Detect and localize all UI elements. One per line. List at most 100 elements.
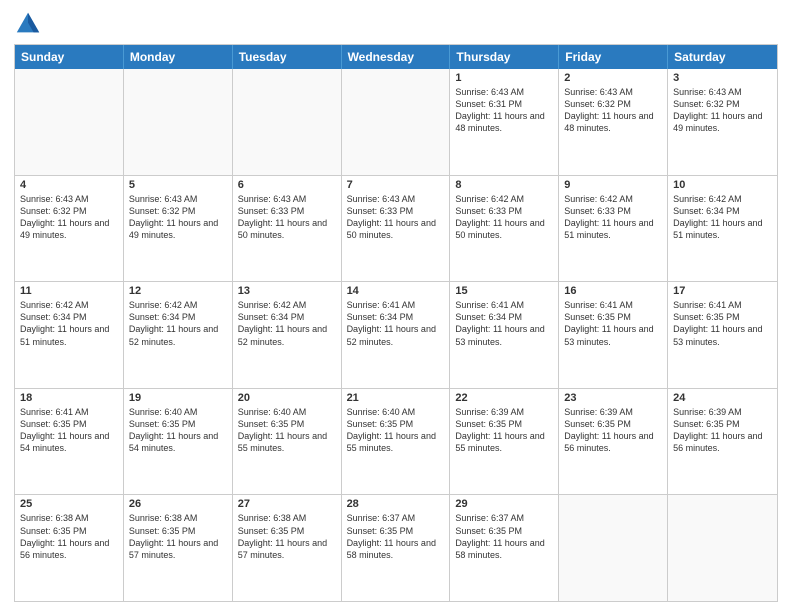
header-day-saturday: Saturday [668,45,777,69]
day-info: Sunrise: 6:39 AM Sunset: 6:35 PM Dayligh… [673,406,772,455]
day-info: Sunrise: 6:37 AM Sunset: 6:35 PM Dayligh… [455,512,553,561]
day-number: 21 [347,392,445,404]
day-info: Sunrise: 6:41 AM Sunset: 6:34 PM Dayligh… [347,299,445,348]
calendar-cell: 10 Sunrise: 6:42 AM Sunset: 6:34 PM Dayli… [668,176,777,282]
day-info: Sunrise: 6:39 AM Sunset: 6:35 PM Dayligh… [455,406,553,455]
day-info: Sunrise: 6:43 AM Sunset: 6:32 PM Dayligh… [20,193,118,242]
day-number: 26 [129,498,227,510]
calendar-cell [559,495,668,601]
day-number: 14 [347,285,445,297]
calendar-cell: 29 Sunrise: 6:37 AM Sunset: 6:35 PM Dayli… [450,495,559,601]
day-info: Sunrise: 6:43 AM Sunset: 6:33 PM Dayligh… [238,193,336,242]
logo [14,10,46,38]
header-day-monday: Monday [124,45,233,69]
header-day-sunday: Sunday [15,45,124,69]
day-number: 8 [455,179,553,191]
header-day-thursday: Thursday [450,45,559,69]
calendar-cell: 7Sunrise: 6:43 AM Sunset: 6:33 PM Daylig… [342,176,451,282]
calendar-cell: 25 Sunrise: 6:38 AM Sunset: 6:35 PM Dayli… [15,495,124,601]
page: SundayMondayTuesdayWednesdayThursdayFrid… [0,0,792,612]
calendar-cell: 19 Sunrise: 6:40 AM Sunset: 6:35 PM Dayli… [124,389,233,495]
day-number: 6 [238,179,336,191]
calendar-cell: 16 Sunrise: 6:41 AM Sunset: 6:35 PM Dayli… [559,282,668,388]
calendar-body: 1 Sunrise: 6:43 AM Sunset: 6:31 PM Daylig… [15,69,777,601]
day-info: Sunrise: 6:38 AM Sunset: 6:35 PM Dayligh… [238,512,336,561]
calendar-week-5: 25 Sunrise: 6:38 AM Sunset: 6:35 PM Dayli… [15,495,777,601]
day-number: 15 [455,285,553,297]
day-number: 1 [455,72,553,84]
calendar-cell: 21 Sunrise: 6:40 AM Sunset: 6:35 PM Dayli… [342,389,451,495]
day-info: Sunrise: 6:42 AM Sunset: 6:33 PM Dayligh… [564,193,662,242]
day-number: 11 [20,285,118,297]
calendar-cell [233,69,342,175]
calendar-cell: 27Sunrise: 6:38 AM Sunset: 6:35 PM Dayli… [233,495,342,601]
day-number: 22 [455,392,553,404]
day-info: Sunrise: 6:38 AM Sunset: 6:35 PM Dayligh… [20,512,118,561]
day-info: Sunrise: 6:42 AM Sunset: 6:34 PM Dayligh… [238,299,336,348]
day-info: Sunrise: 6:38 AM Sunset: 6:35 PM Dayligh… [129,512,227,561]
day-info: Sunrise: 6:42 AM Sunset: 6:34 PM Dayligh… [673,193,772,242]
calendar-cell: 9 Sunrise: 6:42 AM Sunset: 6:33 PM Daylig… [559,176,668,282]
calendar-cell: 17Sunrise: 6:41 AM Sunset: 6:35 PM Dayli… [668,282,777,388]
calendar-cell: 6 Sunrise: 6:43 AM Sunset: 6:33 PM Daylig… [233,176,342,282]
calendar-cell: 1 Sunrise: 6:43 AM Sunset: 6:31 PM Daylig… [450,69,559,175]
calendar-cell: 23 Sunrise: 6:39 AM Sunset: 6:35 PM Dayli… [559,389,668,495]
day-info: Sunrise: 6:39 AM Sunset: 6:35 PM Dayligh… [564,406,662,455]
header [14,10,778,38]
day-number: 13 [238,285,336,297]
day-info: Sunrise: 6:43 AM Sunset: 6:32 PM Dayligh… [673,86,772,135]
header-day-tuesday: Tuesday [233,45,342,69]
day-number: 25 [20,498,118,510]
calendar-cell [668,495,777,601]
calendar-cell: 24 Sunrise: 6:39 AM Sunset: 6:35 PM Dayli… [668,389,777,495]
day-number: 19 [129,392,227,404]
calendar-week-3: 11 Sunrise: 6:42 AM Sunset: 6:34 PM Dayli… [15,282,777,389]
calendar-cell: 20Sunrise: 6:40 AM Sunset: 6:35 PM Dayli… [233,389,342,495]
day-info: Sunrise: 6:43 AM Sunset: 6:32 PM Dayligh… [129,193,227,242]
day-number: 16 [564,285,662,297]
day-number: 28 [347,498,445,510]
calendar-cell [124,69,233,175]
day-info: Sunrise: 6:40 AM Sunset: 6:35 PM Dayligh… [129,406,227,455]
day-number: 20 [238,392,336,404]
calendar-cell: 13 Sunrise: 6:42 AM Sunset: 6:34 PM Dayli… [233,282,342,388]
day-info: Sunrise: 6:41 AM Sunset: 6:34 PM Dayligh… [455,299,553,348]
day-number: 9 [564,179,662,191]
day-info: Sunrise: 6:41 AM Sunset: 6:35 PM Dayligh… [20,406,118,455]
calendar-cell: 15 Sunrise: 6:41 AM Sunset: 6:34 PM Dayli… [450,282,559,388]
day-number: 23 [564,392,662,404]
day-info: Sunrise: 6:43 AM Sunset: 6:31 PM Dayligh… [455,86,553,135]
day-info: Sunrise: 6:42 AM Sunset: 6:33 PM Dayligh… [455,193,553,242]
day-number: 29 [455,498,553,510]
calendar-cell: 11 Sunrise: 6:42 AM Sunset: 6:34 PM Dayli… [15,282,124,388]
header-day-wednesday: Wednesday [342,45,451,69]
day-info: Sunrise: 6:41 AM Sunset: 6:35 PM Dayligh… [673,299,772,348]
calendar: SundayMondayTuesdayWednesdayThursdayFrid… [14,44,778,602]
header-day-friday: Friday [559,45,668,69]
calendar-cell: 3 Sunrise: 6:43 AM Sunset: 6:32 PM Daylig… [668,69,777,175]
calendar-cell: 18 Sunrise: 6:41 AM Sunset: 6:35 PM Dayli… [15,389,124,495]
calendar-cell: 26 Sunrise: 6:38 AM Sunset: 6:35 PM Dayli… [124,495,233,601]
calendar-cell: 14 Sunrise: 6:41 AM Sunset: 6:34 PM Dayli… [342,282,451,388]
calendar-cell [15,69,124,175]
calendar-cell: 12Sunrise: 6:42 AM Sunset: 6:34 PM Dayli… [124,282,233,388]
calendar-cell [342,69,451,175]
calendar-cell: 8 Sunrise: 6:42 AM Sunset: 6:33 PM Daylig… [450,176,559,282]
day-info: Sunrise: 6:43 AM Sunset: 6:33 PM Dayligh… [347,193,445,242]
calendar-cell: 4Sunrise: 6:43 AM Sunset: 6:32 PM Daylig… [15,176,124,282]
day-info: Sunrise: 6:43 AM Sunset: 6:32 PM Dayligh… [564,86,662,135]
day-info: Sunrise: 6:40 AM Sunset: 6:35 PM Dayligh… [347,406,445,455]
calendar-week-1: 1 Sunrise: 6:43 AM Sunset: 6:31 PM Daylig… [15,69,777,176]
day-info: Sunrise: 6:42 AM Sunset: 6:34 PM Dayligh… [20,299,118,348]
day-number: 24 [673,392,772,404]
day-number: 18 [20,392,118,404]
day-number: 12 [129,285,227,297]
calendar-cell: 22 Sunrise: 6:39 AM Sunset: 6:35 PM Dayli… [450,389,559,495]
day-info: Sunrise: 6:37 AM Sunset: 6:35 PM Dayligh… [347,512,445,561]
calendar-week-2: 4Sunrise: 6:43 AM Sunset: 6:32 PM Daylig… [15,176,777,283]
day-info: Sunrise: 6:41 AM Sunset: 6:35 PM Dayligh… [564,299,662,348]
calendar-week-4: 18 Sunrise: 6:41 AM Sunset: 6:35 PM Dayli… [15,389,777,496]
calendar-cell: 5Sunrise: 6:43 AM Sunset: 6:32 PM Daylig… [124,176,233,282]
day-number: 3 [673,72,772,84]
day-number: 10 [673,179,772,191]
